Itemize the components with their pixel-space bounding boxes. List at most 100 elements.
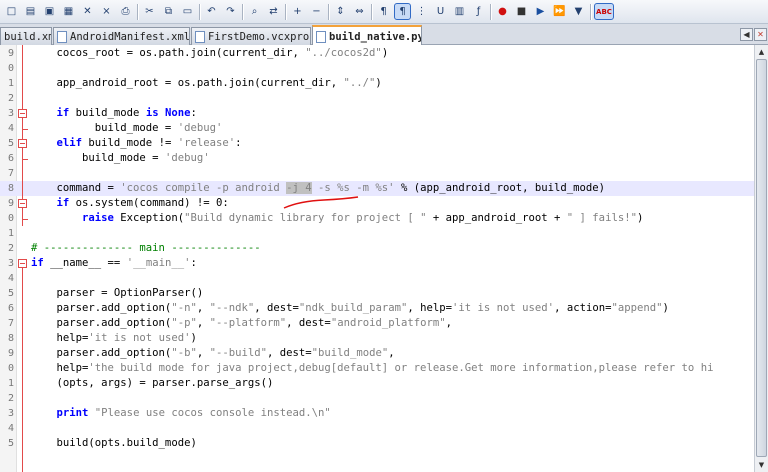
code-text[interactable]: raise Exception("Build dynamic library f… [31,211,643,226]
indent-guide-icon[interactable]: ⋮ [413,3,430,20]
zoom-in-icon[interactable]: + [289,3,306,20]
code-text[interactable]: build_mode = 'debug' [31,151,210,166]
code-text[interactable]: print "Please use cocos console instead.… [31,406,331,421]
code-line[interactable]: 0 help='the build mode for java project,… [0,361,754,376]
scroll-up-arrow-icon[interactable]: ▲ [755,45,768,58]
code-line[interactable]: 2 [0,391,754,406]
code-line[interactable]: 2 # -------------- main -------------- [0,241,754,256]
code-line[interactable]: 4 [0,421,754,436]
document-map-icon[interactable]: ▥ [451,3,468,20]
word-wrap-icon[interactable]: ¶ [375,3,392,20]
tab-build-xml[interactable]: build.xml ✕ [0,27,52,45]
code-text[interactable]: (opts, args) = parser.parse_args() [31,376,274,391]
save-macro-icon[interactable]: ▼ [570,3,587,20]
print-icon[interactable]: ⎙ [117,3,134,20]
code-line[interactable]: 6 build_mode = 'debug' [0,151,754,166]
code-line[interactable]: 1 app_android_root = os.path.join(curren… [0,76,754,91]
code-text[interactable]: if os.system(command) != 0: [31,196,229,211]
code-text[interactable]: if build_mode is None: [31,106,197,121]
code-text[interactable]: app_android_root = os.path.join(current_… [31,76,382,91]
redo-icon[interactable]: ↷ [222,3,239,20]
fold-toggle-icon[interactable] [18,259,27,268]
code-text[interactable]: build(opts.build_mode) [31,436,197,451]
close-document-button[interactable]: ✕ [754,28,767,41]
tab-androidmanifest-xml[interactable]: AndroidManifest.xml ✕ [53,27,190,45]
show-all-chars-icon[interactable]: ¶ [394,3,411,20]
close-icon[interactable]: ✕ [79,3,96,20]
code-text[interactable]: parser = OptionParser() [31,286,204,301]
monitoring-icon[interactable] [617,3,634,20]
code-line[interactable]: 3 if build_mode is None: [0,106,754,121]
code-line[interactable]: 2 [0,91,754,106]
code-line[interactable]: 4 [0,271,754,286]
code-line[interactable]: 8 command = 'cocos compile -p android -j… [0,181,754,196]
scrollbar-thumb[interactable] [756,59,767,457]
play-macro-icon[interactable]: ▶ [532,3,549,20]
sync-horizontal-icon[interactable]: ⇔ [351,3,368,20]
toolbar-separator [328,4,330,20]
code-text[interactable]: build_mode = 'debug' [31,121,223,136]
line-number: 4 [7,273,14,284]
code-line[interactable]: 8 help='it is not used') [0,331,754,346]
code-line[interactable]: 7 [0,166,754,181]
fold-toggle-icon[interactable] [18,199,27,208]
new-file-icon[interactable]: □ [3,3,20,20]
stop-recording-icon[interactable]: ■ [513,3,530,20]
code-line[interactable]: 0 raise Exception("Build dynamic library… [0,211,754,226]
tab-build-native-py[interactable]: build_native.py ✕ [312,25,422,46]
fold-toggle-icon[interactable] [18,139,27,148]
file-icon [195,30,205,43]
find-icon[interactable]: ⌕ [246,3,263,20]
spell-check-icon[interactable]: ABC [594,3,614,20]
tab-firstdemo-vcxproj[interactable]: FirstDemo.vcxproj ✕ [191,27,311,45]
code-text[interactable]: help='the build mode for java project,de… [31,361,714,376]
code-text[interactable]: parser.add_option("-n", "--ndk", dest="n… [31,301,669,316]
vertical-scrollbar[interactable]: ▲ ▼ [754,45,768,472]
code-line[interactable]: 5 build(opts.build_mode) [0,436,754,451]
code-line[interactable]: 9 if os.system(command) != 0: [0,196,754,211]
code-line[interactable]: 5 parser = OptionParser() [0,286,754,301]
line-number: 3 [7,108,14,119]
replace-icon[interactable]: ⇄ [265,3,282,20]
code-line[interactable]: 9 cocos_root = os.path.join(current_dir,… [0,46,754,61]
code-text[interactable]: help='it is not used') [31,331,197,346]
line-number: 6 [7,153,14,164]
line-number: 8 [7,183,14,194]
code-line[interactable]: 3 if __name__ == '__main__': [0,256,754,271]
code-line[interactable]: 1 [0,226,754,241]
code-text[interactable]: # -------------- main -------------- [31,241,261,256]
code-text[interactable]: if __name__ == '__main__': [31,256,197,271]
code-editor[interactable]: 9 cocos_root = os.path.join(current_dir,… [0,45,754,472]
sync-vertical-icon[interactable]: ⇕ [332,3,349,20]
scroll-down-arrow-icon[interactable]: ▼ [755,458,768,471]
code-line[interactable]: 3 print "Please use cocos console instea… [0,406,754,421]
line-number: 1 [7,378,14,389]
code-text[interactable]: parser.add_option("-p", "--platform", de… [31,316,453,331]
code-line[interactable]: 7 parser.add_option("-p", "--platform", … [0,316,754,331]
function-list-icon[interactable]: ƒ [470,3,487,20]
code-line[interactable]: 6 parser.add_option("-n", "--ndk", dest=… [0,301,754,316]
code-line[interactable]: 0 [0,61,754,76]
save-icon[interactable]: ▣ [41,3,58,20]
code-line[interactable]: 5 elif build_mode != 'release': [0,136,754,151]
code-line[interactable]: 4 build_mode = 'debug' [0,121,754,136]
record-macro-icon[interactable]: ● [494,3,511,20]
code-text[interactable]: command = 'cocos compile -p android -j 4… [31,181,605,196]
code-line[interactable]: 9 parser.add_option("-b", "--build", des… [0,346,754,361]
save-all-icon[interactable]: ▦ [60,3,77,20]
undo-icon[interactable]: ↶ [203,3,220,20]
tab-scroll-left-button[interactable]: ◀ [740,28,753,41]
open-file-icon[interactable]: ▤ [22,3,39,20]
close-all-icon[interactable]: ⨯ [98,3,115,20]
user-language-icon[interactable]: U [432,3,449,20]
run-macro-multiple-icon[interactable]: ⏩ [551,3,568,20]
code-text[interactable]: elif build_mode != 'release': [31,136,242,151]
code-text[interactable]: cocos_root = os.path.join(current_dir, "… [31,46,389,61]
paste-icon[interactable]: ▭ [179,3,196,20]
cut-icon[interactable]: ✂ [141,3,158,20]
fold-toggle-icon[interactable] [18,109,27,118]
code-line[interactable]: 1 (opts, args) = parser.parse_args() [0,376,754,391]
zoom-out-icon[interactable]: − [308,3,325,20]
code-text[interactable]: parser.add_option("-b", "--build", dest=… [31,346,395,361]
copy-icon[interactable]: ⧉ [160,3,177,20]
